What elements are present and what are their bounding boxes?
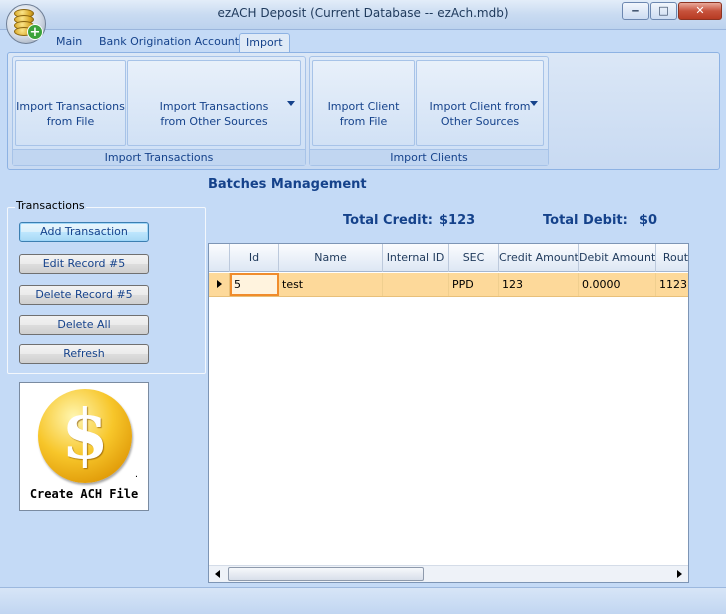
button-label-line1: Import Transactions [16, 100, 125, 113]
window-controls: ‒ □ ✕ [622, 2, 722, 20]
table-row[interactable]: 5 test PPD 123 0.0000 1123 [209, 273, 688, 297]
button-label-line2: from File [46, 115, 95, 128]
window-title: ezACH Deposit (Current Database -- ezAch… [217, 6, 509, 20]
column-header-sec[interactable]: SEC [449, 244, 499, 272]
ribbon-panel: Import Transactions from File Import Tra… [7, 52, 720, 170]
transactions-label: Transactions [15, 199, 86, 212]
dollar-coin-icon: $ [38, 389, 132, 483]
total-debit-label: Total Debit: [543, 213, 628, 228]
button-label-line2: from File [339, 115, 388, 128]
refresh-button[interactable]: Refresh [19, 344, 149, 364]
column-header-name[interactable]: Name [279, 244, 383, 272]
dropdown-arrow-icon [530, 101, 538, 106]
title-bar: ezACH Deposit (Current Database -- ezAch… [0, 0, 726, 30]
group-label: Import Clients [310, 149, 548, 165]
row-indicator [209, 273, 230, 296]
cell-internal-id[interactable] [383, 273, 449, 296]
import-client-from-file-button[interactable]: Import Client from File [312, 60, 415, 146]
create-ach-file-button[interactable]: $ . Create ACH File [19, 382, 149, 511]
import-client-other-sources-button[interactable]: Import Client from Other Sources [416, 60, 544, 146]
dropdown-arrow-icon [287, 101, 295, 106]
cell-credit-amount[interactable]: 123 [499, 273, 579, 296]
column-header-credit-amount[interactable]: Credit Amount [499, 244, 579, 272]
button-label-line1: Import Client [327, 100, 400, 113]
batches-grid[interactable]: Id Name Internal ID SEC Credit Amount De… [208, 243, 689, 583]
group-import-clients: Import Client from File Import Client fr… [309, 56, 549, 166]
column-header-rout[interactable]: Rout [656, 244, 688, 272]
ribbon-tabs: Main Bank Origination Account Import [0, 30, 726, 52]
create-ach-file-label: Create ACH File [29, 487, 139, 501]
cell-name[interactable]: test [279, 273, 383, 296]
row-header-corner [209, 244, 230, 272]
maximize-button[interactable]: □ [650, 2, 677, 20]
status-bar [0, 587, 726, 614]
minimize-button[interactable]: ‒ [622, 2, 649, 20]
scroll-left-icon[interactable] [215, 570, 220, 578]
plus-badge: + [27, 24, 43, 40]
scroll-thumb[interactable] [228, 567, 424, 581]
scroll-right-icon[interactable] [677, 570, 682, 578]
edit-record-button[interactable]: Edit Record #5 [19, 254, 149, 274]
delete-all-button[interactable]: Delete All [19, 315, 149, 335]
import-transactions-other-sources-button[interactable]: Import Transactions from Other Sources [127, 60, 301, 146]
group-label: Import Transactions [13, 149, 305, 165]
horizontal-scrollbar[interactable] [209, 565, 688, 582]
total-credit-label: Total Credit: [343, 213, 433, 228]
import-transactions-from-file-button[interactable]: Import Transactions from File [15, 60, 126, 146]
cell-id[interactable]: 5 [230, 273, 279, 296]
button-label-line2: Other Sources [440, 115, 520, 128]
cell-debit-amount[interactable]: 0.0000 [579, 273, 656, 296]
button-label-line2: from Other Sources [160, 115, 268, 128]
delete-record-button[interactable]: Delete Record #5 [19, 285, 149, 305]
tab-bank-origination-account[interactable]: Bank Origination Account [93, 33, 245, 52]
button-label-line1: Import Transactions [159, 100, 269, 113]
total-debit-value: $0 [639, 213, 658, 228]
add-transaction-button[interactable]: Add Transaction [19, 222, 149, 242]
cell-sec[interactable]: PPD [449, 273, 499, 296]
column-header-internal-id[interactable]: Internal ID [383, 244, 449, 272]
dollar-sign: $ [61, 395, 109, 475]
tab-import[interactable]: Import [239, 33, 290, 52]
button-label-line1: Import Client from [429, 100, 531, 113]
current-row-arrow-icon [217, 280, 222, 288]
group-import-transactions: Import Transactions from File Import Tra… [12, 56, 306, 166]
column-header-debit-amount[interactable]: Debit Amount [579, 244, 656, 272]
grid-header: Id Name Internal ID SEC Credit Amount De… [209, 244, 688, 272]
total-credit-value: $123 [439, 213, 476, 228]
batches-management-title: Batches Management [208, 177, 367, 192]
ach-dot: . [134, 469, 138, 480]
tab-main[interactable]: Main [50, 33, 88, 52]
application-menu-button[interactable]: + [6, 4, 46, 44]
close-button[interactable]: ✕ [678, 2, 722, 20]
cell-rout[interactable]: 1123 [656, 273, 688, 296]
column-header-id[interactable]: Id [230, 244, 279, 272]
